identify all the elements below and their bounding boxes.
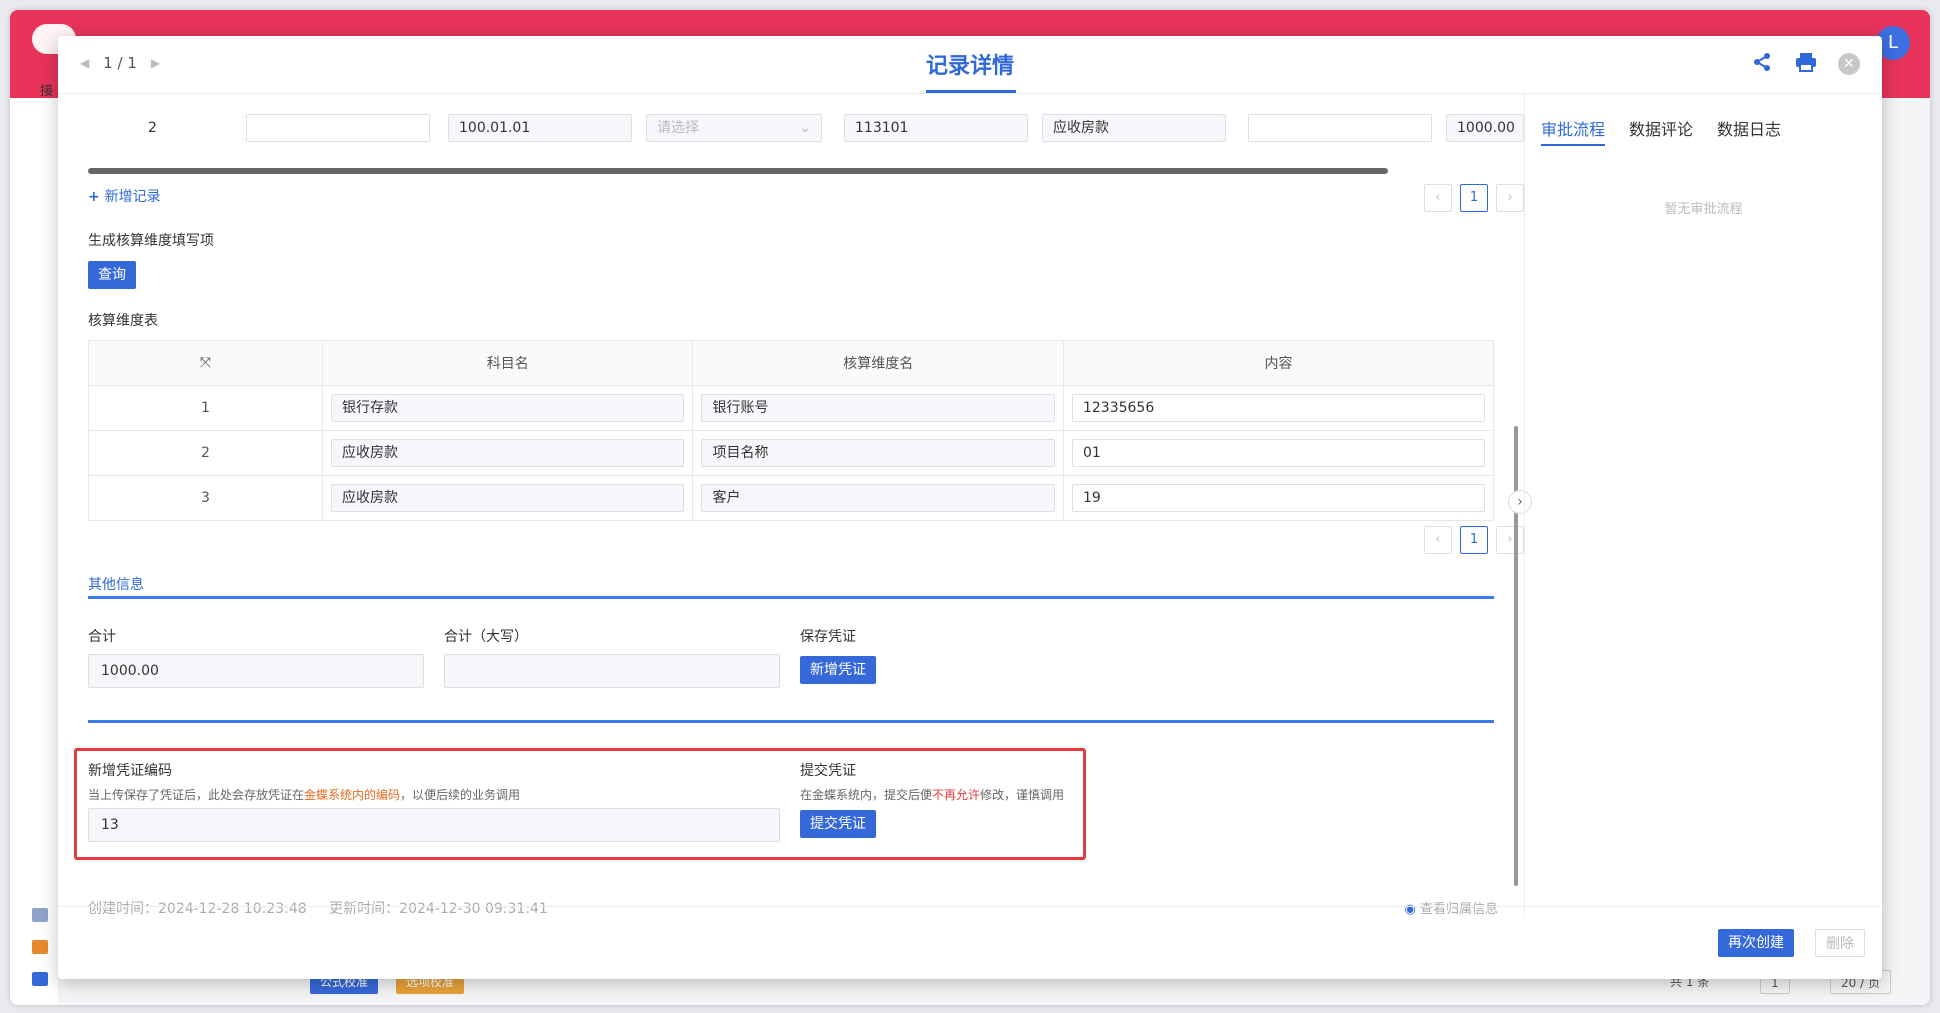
document-icon[interactable] [32, 908, 48, 922]
tab-approval-flow[interactable]: 审批流程 [1541, 116, 1605, 140]
dimension-cell[interactable]: 客户 [701, 484, 1055, 512]
total-upper-label: 合计（大写） [444, 629, 528, 645]
sidebar [10, 98, 58, 1005]
right-panel: 审批流程 数据评论 数据日志 暂无审批流程 [1524, 94, 1882, 914]
horizontal-scrollbar[interactable] [88, 168, 1388, 174]
entry-select[interactable]: 请选择 ⌄ [646, 114, 822, 142]
table-pagination: ‹ 1 › [1424, 526, 1524, 554]
entry-account-code[interactable]: 100.01.01 [448, 114, 632, 142]
dimension-cell[interactable]: 银行账号 [701, 394, 1055, 422]
total-label: 合计 [88, 629, 116, 645]
subject-cell[interactable]: 银行存款 [331, 394, 685, 422]
dimension-table: ⤧ 科目名 核算维度名 内容 1 银行存款 银行账号 12335656 2 应收… [88, 340, 1495, 521]
content-cell[interactable]: 01 [1071, 439, 1485, 467]
content-cell[interactable]: 19 [1071, 484, 1485, 512]
modal-title: 记录详情 [925, 54, 1014, 79]
subject-cell[interactable]: 应收房款 [331, 484, 685, 512]
active-tab-underline [1541, 144, 1605, 146]
prev-page-icon[interactable]: ‹ [1424, 184, 1452, 212]
share-icon[interactable] [1750, 52, 1774, 76]
row-index: 1 [88, 385, 323, 431]
row-index: 3 [88, 475, 323, 521]
submit-voucher-desc: 在金蝶系统内，提交后便不再允许修改，谨慎调用 [800, 788, 1065, 802]
entry-pagination: ‹ 1 › [1424, 184, 1524, 212]
chevron-down-icon: ⌄ [799, 120, 811, 136]
total-upper-field[interactable] [444, 654, 780, 688]
section-divider [88, 596, 1494, 599]
table-row: 2 应收房款 项目名称 01 [88, 430, 1495, 476]
header-subject: 科目名 [321, 340, 694, 386]
voucher-code-field[interactable]: 13 [88, 808, 780, 842]
close-icon[interactable]: ✕ [1838, 53, 1860, 75]
entry-cell-0[interactable] [246, 114, 430, 142]
header-actions: ✕ [1750, 52, 1860, 76]
total-field[interactable]: 1000.00 [88, 654, 424, 688]
next-page-icon[interactable]: › [1496, 184, 1524, 212]
page-number[interactable]: 1 [1460, 526, 1488, 554]
delete-button[interactable]: 删除 [1815, 929, 1865, 957]
entry-subject-code[interactable]: 113101 [844, 114, 1028, 142]
next-page-icon[interactable]: › [1496, 526, 1524, 554]
highlight-box [74, 748, 1086, 860]
folder-icon[interactable] [32, 972, 48, 986]
plus-icon: + [88, 189, 105, 205]
entry-row-index: 2 [148, 120, 157, 136]
select-placeholder: 请选择 [657, 120, 699, 136]
page-number[interactable]: 1 [1460, 184, 1488, 212]
save-voucher-label: 保存凭证 [800, 629, 856, 645]
main-content: 2 100.01.01 请选择 ⌄ 113101 应收房款 1000.00 + 新… [74, 94, 1524, 917]
content-cell[interactable]: 12335656 [1071, 394, 1485, 422]
section-divider [88, 720, 1494, 723]
submit-voucher-label: 提交凭证 [800, 763, 856, 779]
right-panel-tabs: 审批流程 数据评论 数据日志 [1541, 116, 1781, 140]
header-dimension: 核算维度名 [692, 340, 1064, 386]
prev-page-icon[interactable]: ‹ [1424, 526, 1452, 554]
entry-amount[interactable]: 1000.00 [1446, 114, 1524, 142]
add-record-label: 新增记录 [104, 189, 161, 205]
row-index: 2 [88, 430, 323, 476]
header-content: 内容 [1062, 340, 1495, 386]
other-info-title: 其他信息 [88, 577, 144, 593]
dimension-table-label: 核算维度表 [88, 313, 158, 329]
print-icon[interactable] [1794, 52, 1818, 76]
voucher-code-label: 新增凭证编码 [88, 763, 172, 779]
empty-state-text: 暂无审批流程 [1664, 202, 1743, 217]
expand-icon[interactable]: ⤧ [88, 340, 323, 386]
modal-header: ◀ 1 / 1 ▶ 记录详情 ✕ [58, 36, 1882, 94]
tab-data-log[interactable]: 数据日志 [1717, 116, 1781, 140]
entry-cell-5[interactable] [1248, 114, 1432, 142]
submit-voucher-button[interactable]: 提交凭证 [800, 810, 876, 838]
new-voucher-button[interactable]: 新增凭证 [800, 656, 876, 684]
voucher-code-desc: 当上传保存了凭证后，此处会存放凭证在金蝶系统内的编码，以便后续的业务调用 [88, 788, 521, 802]
subject-cell[interactable]: 应收房款 [331, 439, 685, 467]
modal-footer: 再次创建 删除 [58, 906, 1882, 979]
add-record-link[interactable]: + 新增记录 [88, 186, 161, 206]
query-button[interactable]: 查询 [88, 261, 136, 289]
dimension-cell[interactable]: 项目名称 [701, 439, 1055, 467]
entry-subject-name[interactable]: 应收房款 [1042, 114, 1226, 142]
title-underline [926, 90, 1016, 93]
record-detail-modal: ◀ 1 / 1 ▶ 记录详情 ✕ 2 100.01.01 请选择 ⌄ 113101… [58, 36, 1882, 979]
tab-data-comments[interactable]: 数据评论 [1629, 116, 1693, 140]
table-row: 3 应收房款 客户 19 [88, 475, 1495, 521]
table-icon[interactable] [32, 940, 48, 954]
recreate-button[interactable]: 再次创建 [1718, 929, 1794, 957]
gen-section-label: 生成核算维度填写项 [88, 233, 214, 249]
table-row: 1 银行存款 银行账号 12335656 [88, 385, 1495, 431]
bg-tab-label[interactable]: 接 [40, 80, 53, 99]
